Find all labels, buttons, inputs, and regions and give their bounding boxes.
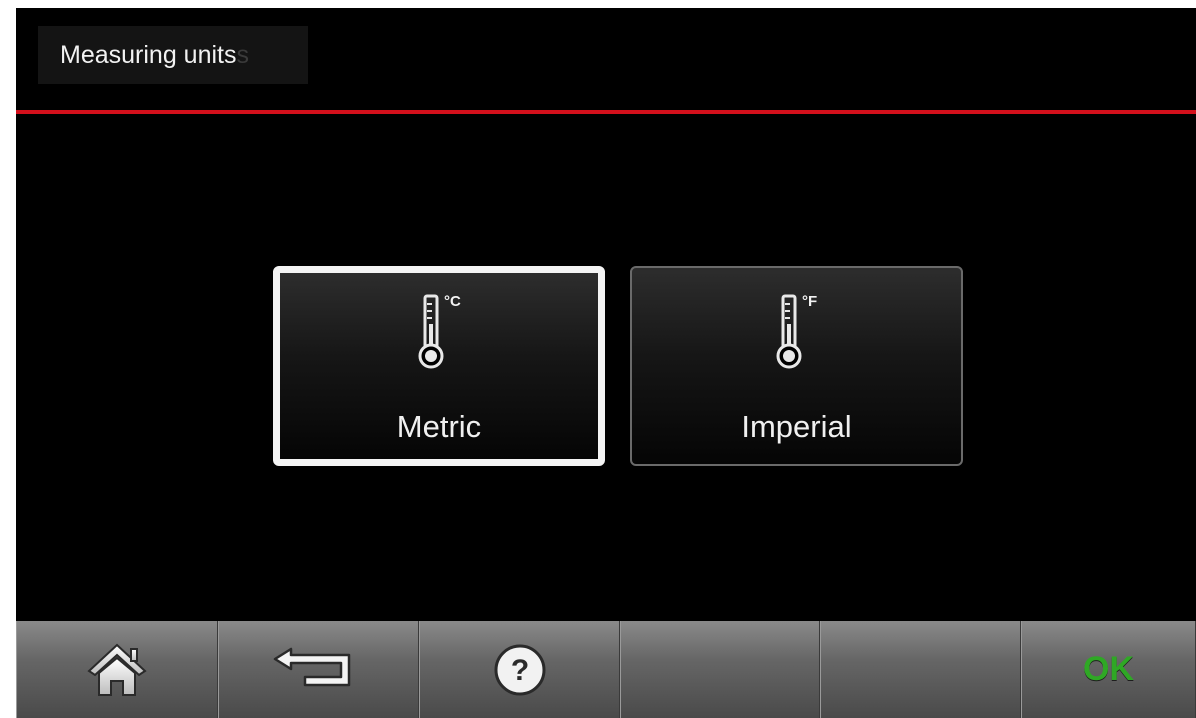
metric-option-button[interactable]: °C Metric [273, 266, 605, 466]
help-button[interactable]: ? [419, 621, 620, 718]
unit-label: °C [444, 293, 461, 310]
svg-text:?: ? [510, 654, 528, 687]
ok-button[interactable]: OK [1021, 621, 1196, 718]
screen: Measuring units s °C Metric °F Imperial … [16, 8, 1196, 718]
back-arrow-icon [273, 647, 350, 686]
home-button[interactable] [16, 621, 218, 718]
ok-label: OK [1083, 650, 1134, 688]
home-icon [87, 643, 147, 696]
bottom-toolbar: ? OK [16, 621, 1196, 718]
thermometer-fahrenheit-icon: °F [776, 293, 817, 369]
thermometer-celsius-icon: °C [418, 293, 461, 369]
page-title-ghost-text: s [236, 40, 249, 69]
toolbar-empty-slot-2 [820, 621, 1021, 718]
unit-label: °F [802, 293, 817, 310]
back-button[interactable] [218, 621, 419, 718]
help-icon: ? [494, 644, 545, 695]
imperial-option-button[interactable]: °F Imperial [630, 266, 963, 466]
toolbar-empty-slot-1 [620, 621, 820, 718]
header-divider [16, 110, 1196, 114]
header: Measuring units s [16, 8, 1196, 114]
metric-option-label: Metric [396, 409, 482, 444]
page-title: Measuring units s [38, 26, 308, 84]
imperial-option-label: Imperial [741, 409, 852, 444]
page-title-text: Measuring units [60, 40, 237, 69]
